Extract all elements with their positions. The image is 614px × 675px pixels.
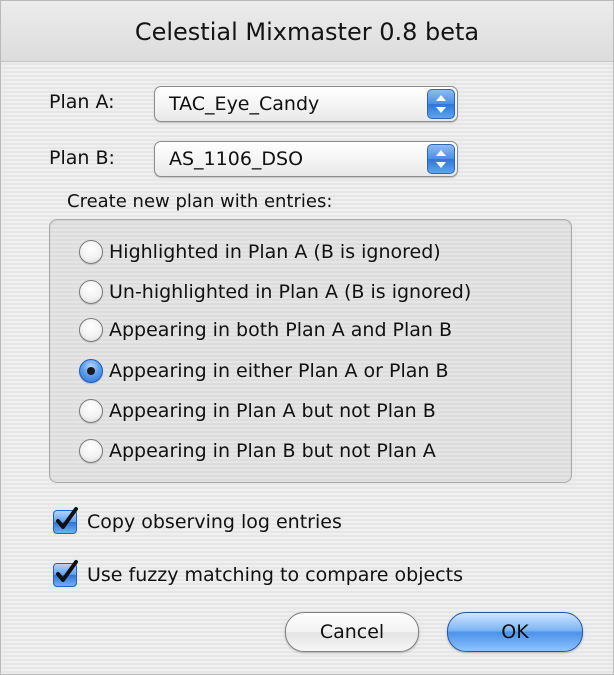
radio-label: Appearing in Plan A but not Plan B bbox=[109, 400, 436, 422]
window-title: Celestial Mixmaster 0.8 beta bbox=[134, 18, 480, 46]
checkmark-icon bbox=[56, 560, 78, 582]
plan-b-label: Plan B: bbox=[49, 147, 115, 169]
ok-button[interactable]: OK bbox=[447, 612, 583, 652]
plan-b-popup[interactable]: AS_1106_DSO bbox=[154, 141, 458, 177]
cancel-button[interactable]: Cancel bbox=[285, 612, 419, 652]
dialog-window: Celestial Mixmaster 0.8 beta Plan A: TAC… bbox=[0, 0, 614, 675]
fuzzy-match-checkbox-row[interactable]: Use fuzzy matching to compare objects bbox=[53, 558, 573, 592]
copy-log-label: Copy observing log entries bbox=[87, 511, 342, 533]
up-down-arrows-icon bbox=[427, 89, 455, 119]
entries-section-label: Create new plan with entries: bbox=[67, 191, 333, 212]
radio-a-not-b[interactable]: Appearing in Plan A but not Plan B bbox=[79, 394, 549, 428]
radio-label: Highlighted in Plan A (B is ignored) bbox=[109, 241, 441, 263]
checkmark-icon bbox=[56, 507, 78, 529]
radio-label: Appearing in both Plan A and Plan B bbox=[109, 319, 453, 341]
plan-a-popup[interactable]: TAC_Eye_Candy bbox=[154, 86, 458, 122]
copy-log-checkbox-row[interactable]: Copy observing log entries bbox=[53, 505, 573, 539]
radio-label: Appearing in Plan B but not Plan A bbox=[109, 440, 436, 462]
radio-button[interactable] bbox=[79, 439, 103, 463]
radio-button[interactable] bbox=[79, 399, 103, 423]
copy-log-checkbox[interactable] bbox=[53, 507, 78, 534]
radio-both-a-and-b[interactable]: Appearing in both Plan A and Plan B bbox=[79, 313, 549, 347]
radio-dot-icon bbox=[87, 367, 95, 375]
fuzzy-match-checkbox[interactable] bbox=[53, 560, 78, 587]
radio-unhighlighted-a[interactable]: Un-highlighted in Plan A (B is ignored) bbox=[79, 275, 549, 309]
plan-a-label: Plan A: bbox=[49, 91, 115, 113]
radio-b-not-a[interactable]: Appearing in Plan B but not Plan A bbox=[79, 434, 549, 468]
radio-button[interactable] bbox=[79, 280, 103, 304]
radio-button-selected[interactable] bbox=[79, 359, 103, 383]
radio-highlighted-a[interactable]: Highlighted in Plan A (B is ignored) bbox=[79, 235, 549, 269]
radio-button[interactable] bbox=[79, 240, 103, 264]
fuzzy-match-label: Use fuzzy matching to compare objects bbox=[87, 564, 463, 586]
radio-label: Un-highlighted in Plan A (B is ignored) bbox=[109, 281, 472, 303]
up-down-arrows-icon bbox=[427, 144, 455, 174]
radio-button[interactable] bbox=[79, 318, 103, 342]
title-bar[interactable]: Celestial Mixmaster 0.8 beta bbox=[1, 1, 613, 62]
plan-a-value: TAC_Eye_Candy bbox=[169, 93, 320, 115]
plan-b-value: AS_1106_DSO bbox=[169, 148, 304, 170]
radio-either-a-or-b[interactable]: Appearing in either Plan A or Plan B bbox=[79, 354, 549, 388]
radio-label: Appearing in either Plan A or Plan B bbox=[109, 360, 449, 382]
